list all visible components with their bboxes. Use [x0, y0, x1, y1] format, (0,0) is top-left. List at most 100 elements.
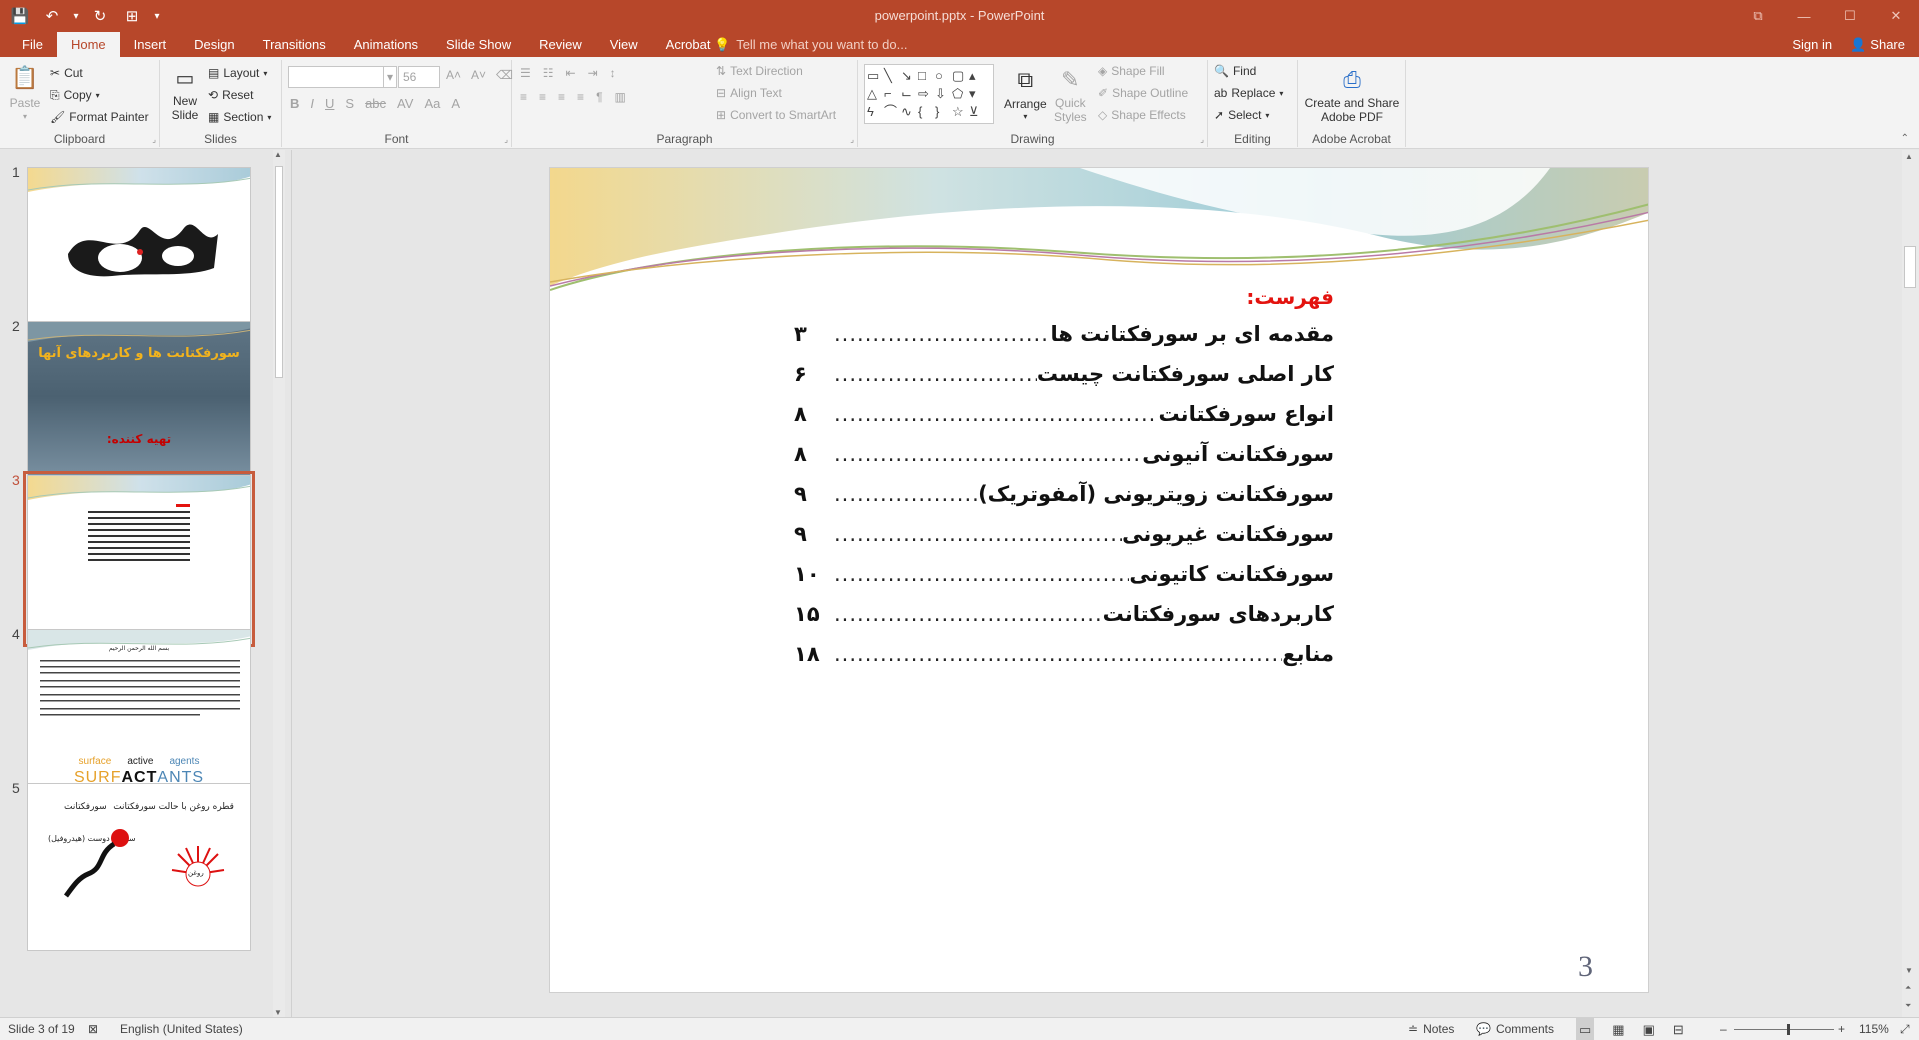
canvas-scrollbar[interactable]: ▲ ▼ ⏶ ⏷: [1902, 150, 1919, 1017]
freeform-shape-icon[interactable]: ϟ: [867, 103, 884, 121]
curve-shape-icon[interactable]: ∿: [901, 103, 918, 121]
shape-outline-button[interactable]: ✐ Shape Outline: [1098, 86, 1188, 100]
arc-shape-icon[interactable]: ⌒: [884, 103, 901, 121]
align-right-icon[interactable]: ≡: [558, 90, 565, 104]
fit-to-window-icon[interactable]: ⤢: [1900, 1018, 1910, 1040]
toc-entry[interactable]: سورفکتانت آنیونی .......................…: [794, 434, 1334, 474]
gallery-up-icon[interactable]: ▴: [969, 67, 986, 85]
share-button[interactable]: 👤 Share: [1850, 32, 1905, 57]
tell-me-box[interactable]: 💡 Tell me what you want to do...: [714, 32, 907, 57]
slide-sorter-view-icon[interactable]: ▦: [1612, 1018, 1624, 1040]
italic-icon[interactable]: I: [310, 96, 314, 111]
format-painter-button[interactable]: 🖌 Format Painter: [50, 110, 149, 124]
slide-thumbnails-pane[interactable]: 1 2 سورفکتانت ها و کاربردهای آنها تهیه ک…: [0, 150, 292, 1017]
oval-shape-icon[interactable]: ○: [935, 67, 952, 85]
table-of-contents[interactable]: فهرست: مقدمه ای بر سورفکتانت ها.........…: [794, 280, 1334, 674]
align-center-icon[interactable]: ≡: [539, 90, 546, 104]
dialog-launcher-icon[interactable]: ⌟: [504, 135, 508, 144]
arrange-button[interactable]: ⧉ Arrange ▾: [1004, 64, 1047, 121]
copy-button[interactable]: ⎘ Copy ▾: [50, 88, 100, 102]
increase-font-icon[interactable]: A˄: [446, 68, 461, 82]
tab-insert[interactable]: Insert: [120, 32, 181, 57]
slide-thumbnail-2[interactable]: سورفکتانت ها و کاربردهای آنها تهیه کننده…: [27, 321, 251, 489]
quick-styles-button[interactable]: ✎ Quick Styles: [1054, 64, 1087, 124]
rounded-rect-shape-icon[interactable]: ▢: [952, 67, 969, 85]
toc-entry[interactable]: مقدمه ای بر سورفکتانت ها................…: [794, 314, 1334, 354]
zoom-slider[interactable]: [1734, 1018, 1834, 1040]
brace-left-shape-icon[interactable]: {: [918, 103, 935, 121]
rectangle-shape-icon[interactable]: □: [918, 67, 935, 85]
scrollbar-thumb[interactable]: [275, 166, 283, 378]
tab-view[interactable]: View: [596, 32, 652, 57]
line-shape-icon[interactable]: ╲: [884, 67, 901, 85]
decrease-font-icon[interactable]: A˅: [471, 68, 486, 82]
thumbnails-scrollbar[interactable]: ▲ ▼: [273, 150, 285, 1017]
right-arrow-shape-icon[interactable]: ⇨: [918, 85, 935, 103]
scrollbar-thumb[interactable]: [1904, 246, 1916, 288]
bullets-icon[interactable]: ☰: [520, 66, 531, 80]
text-direction-button[interactable]: ⇅ Text Direction: [716, 64, 803, 78]
zoom-level[interactable]: 115%: [1859, 1018, 1889, 1040]
customize-qat-icon[interactable]: ▾: [150, 2, 164, 30]
underline-icon[interactable]: U: [325, 96, 334, 111]
layout-button[interactable]: ▤ Layout ▾: [208, 66, 267, 80]
align-left-icon[interactable]: ≡: [520, 90, 527, 104]
increase-indent-icon[interactable]: ⇥: [588, 66, 598, 80]
slideshow-view-icon[interactable]: ⊟: [1673, 1018, 1684, 1040]
next-slide-icon[interactable]: ⏷: [1905, 1001, 1911, 1011]
slide-thumbnail-3[interactable]: [23, 471, 255, 647]
bold-icon[interactable]: B: [290, 96, 299, 111]
text-shadow-icon[interactable]: S: [345, 96, 354, 111]
columns-icon[interactable]: ▥: [615, 90, 626, 104]
collapse-ribbon-icon[interactable]: ⌃: [1901, 133, 1909, 144]
rtl-icon[interactable]: ¶: [596, 90, 602, 104]
sign-in-link[interactable]: Sign in: [1792, 32, 1832, 57]
textbox-shape-icon[interactable]: ▭: [867, 67, 884, 85]
notes-button[interactable]: ≐ Notes: [1408, 1018, 1454, 1040]
close-icon[interactable]: ✕: [1873, 0, 1919, 32]
undo-dropdown-icon[interactable]: ▾: [70, 2, 82, 30]
tab-transitions[interactable]: Transitions: [249, 32, 340, 57]
previous-slide-icon[interactable]: ⏶: [1905, 983, 1911, 993]
maximize-icon[interactable]: ☐: [1827, 0, 1873, 32]
connector-shape-icon[interactable]: ⌙: [901, 85, 918, 103]
font-size-box[interactable]: 56: [398, 66, 440, 88]
tab-file[interactable]: File: [8, 32, 57, 57]
decrease-indent-icon[interactable]: ⇤: [566, 66, 576, 80]
new-slide-button[interactable]: ▭ New Slide: [164, 62, 206, 123]
replace-button[interactable]: ab Replace ▾: [1214, 86, 1283, 100]
tab-design[interactable]: Design: [180, 32, 248, 57]
normal-view-icon[interactable]: ▭: [1576, 1018, 1595, 1040]
scroll-up-icon[interactable]: ▲: [1905, 152, 1913, 161]
reset-button[interactable]: ⟲ Reset: [208, 88, 253, 102]
find-button[interactable]: 🔍 Find: [1214, 64, 1256, 78]
shape-effects-button[interactable]: ◇ Shape Effects: [1098, 108, 1186, 122]
current-slide[interactable]: فهرست: مقدمه ای بر سورفکتانت ها.........…: [549, 167, 1649, 993]
minimize-icon[interactable]: —: [1781, 0, 1827, 32]
shapes-gallery[interactable]: ▭ ╲ ↘ □ ○ ▢ ▴ △ ⌐ ⌙ ⇨ ⇩ ⬠ ▾ ϟ ⌒ ∿{} ☆ ⊻: [864, 64, 994, 124]
tab-review[interactable]: Review: [525, 32, 596, 57]
ribbon-display-options-icon[interactable]: ⧉: [1735, 0, 1781, 32]
slide-thumbnail-1[interactable]: [27, 167, 251, 335]
gallery-down-icon[interactable]: ▾: [969, 85, 986, 103]
toc-entry[interactable]: سورفکتانت زویتریونی (آمفوتریک)..........…: [794, 474, 1334, 514]
save-icon[interactable]: 💾: [6, 2, 34, 30]
toc-entry[interactable]: انواع سورفکتانت ........................…: [794, 394, 1334, 434]
font-name-box[interactable]: [288, 66, 384, 88]
cut-button[interactable]: ✂ Cut: [50, 66, 83, 80]
toc-entry[interactable]: منابع ..................................…: [794, 634, 1334, 674]
toc-entry[interactable]: سورفکتانت غیریونی ......................…: [794, 514, 1334, 554]
paste-button[interactable]: 📋 Paste ▾: [8, 62, 42, 121]
dialog-launcher-icon[interactable]: ⌟: [850, 135, 854, 144]
align-text-button[interactable]: ⊟ Align Text: [716, 86, 782, 100]
scroll-down-icon[interactable]: ▼: [274, 1008, 282, 1017]
create-share-pdf-button[interactable]: ⎙ Create and Share Adobe PDF: [1302, 64, 1402, 124]
convert-smartart-button[interactable]: ⊞ Convert to SmartArt: [716, 108, 836, 122]
elbow-shape-icon[interactable]: ⌐: [884, 85, 901, 103]
down-arrow-shape-icon[interactable]: ⇩: [935, 85, 952, 103]
tab-home[interactable]: Home: [56, 32, 120, 57]
triangle-shape-icon[interactable]: △: [867, 85, 884, 103]
spell-check-icon[interactable]: ⊠: [88, 1018, 98, 1040]
line-spacing-icon[interactable]: ↕: [610, 66, 616, 80]
zoom-in-icon[interactable]: +: [1838, 1018, 1845, 1040]
